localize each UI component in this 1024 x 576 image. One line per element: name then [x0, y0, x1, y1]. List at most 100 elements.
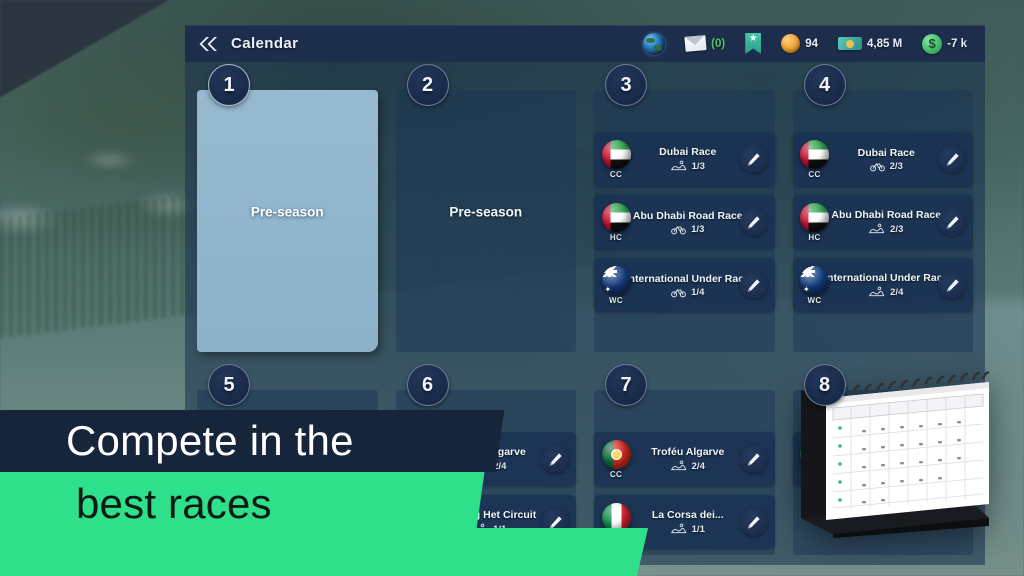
race-name: International Under Race: [625, 272, 750, 285]
race-category-code: CC: [609, 469, 623, 479]
dollar-icon: $: [922, 33, 943, 54]
edit-race-button[interactable]: [938, 271, 966, 299]
race-name: La Corsa dei...: [651, 509, 724, 521]
race-name: Dubai Race: [659, 146, 717, 158]
race-info: Dubai Race 1/3: [636, 146, 740, 172]
mountain-icon: [869, 223, 885, 234]
coin-icon: [781, 34, 801, 53]
race-row[interactable]: HC Abu Dhabi Road Race 2/3: [792, 195, 973, 249]
race-meta: 2/4: [670, 460, 705, 472]
flag-uae-icon: [800, 202, 829, 232]
flag-uae-icon: [800, 139, 829, 169]
edit-race-button[interactable]: [739, 508, 768, 536]
flag-sheen: [601, 139, 631, 169]
promo-line2-band: best races: [0, 472, 485, 536]
objectives-button[interactable]: [737, 33, 769, 54]
flag-aus-icon: [601, 265, 631, 295]
race-meta: 1/1: [670, 523, 705, 535]
race-info: Troféu Algarve 2/4: [636, 446, 740, 472]
mountain-icon: [670, 460, 686, 471]
bookmark-icon: [745, 33, 762, 54]
week-number-badge: 3: [605, 64, 647, 106]
edit-race-button[interactable]: [938, 208, 966, 236]
week-cell-4[interactable]: 4 CC Dubai Race 2/3 HC Abu Dhabi Road Race 2/3…: [784, 62, 983, 362]
race-flag-group: WC: [795, 265, 835, 305]
week-number-badge: 6: [406, 364, 449, 406]
week-label: Pre-season: [449, 204, 523, 220]
balance-counter[interactable]: $ -7 k: [914, 33, 975, 54]
header-bar: Calendar (0) 94 4,85 M $ -7 k: [185, 25, 985, 62]
pencil-icon: [747, 215, 760, 229]
race-name: Troféu Algarve: [651, 446, 725, 458]
race-flag-group: CC: [596, 139, 636, 179]
race-stage-count: 1/1: [691, 523, 705, 535]
week-number-badge: 1: [208, 64, 250, 106]
race-stage-count: 2/3: [889, 160, 903, 172]
pencil-icon: [946, 278, 959, 292]
promo-banner: best races Compete in the: [0, 410, 649, 576]
race-info: International Under Race 1/4: [626, 273, 750, 298]
week-number-badge: 7: [605, 364, 647, 406]
race-row[interactable]: HC Abu Dhabi Road Race 1/3: [594, 195, 775, 249]
race-category-code: HC: [609, 232, 623, 242]
race-row[interactable]: CC Dubai Race 1/3: [594, 132, 775, 186]
week-number-badge: 8: [803, 364, 846, 406]
flag-sheen: [800, 265, 829, 295]
world-button[interactable]: [635, 32, 673, 55]
pencil-icon: [747, 452, 760, 466]
race-category-code: WC: [807, 295, 822, 305]
race-info: La Corsa dei... 1/1: [636, 509, 740, 535]
edit-race-button[interactable]: [739, 445, 768, 473]
page-title: Calendar: [231, 35, 299, 52]
bike-icon: [671, 288, 686, 297]
race-meta: 1/3: [671, 224, 704, 235]
week-number-badge: 4: [803, 64, 846, 106]
race-list: CCDubai Race2/3 HCAbu Dhabi Road Race2/3 W…: [792, 132, 973, 352]
edit-race-button[interactable]: [938, 145, 966, 173]
flag-aus-icon: [800, 265, 829, 295]
mountain-icon: [670, 523, 686, 534]
budget-value: 4,85 M: [867, 37, 903, 50]
race-flag-group: CC: [795, 139, 835, 179]
flag-sheen: [800, 202, 829, 232]
bike-icon: [869, 162, 885, 171]
week-cell-3[interactable]: 3 CC Dubai Race 1/3 HC Abu Dhabi Road Race 1/3…: [585, 62, 784, 362]
week-label: Pre-season: [250, 204, 324, 220]
edit-race-button[interactable]: [739, 208, 768, 236]
race-stage-count: 2/4: [890, 286, 904, 298]
week-number-badge: 2: [406, 64, 449, 106]
race-stage-count: 2/3: [890, 223, 904, 235]
race-category-code: HC: [808, 232, 821, 242]
race-flag-group: WC: [596, 265, 636, 305]
flag-sheen: [601, 265, 631, 295]
pencil-icon: [747, 152, 760, 166]
edit-race-button[interactable]: [739, 271, 768, 299]
balance-value: -7 k: [947, 37, 967, 50]
race-flag-group: HC: [795, 202, 835, 242]
race-stage-count: 1/3: [691, 160, 705, 172]
back-button[interactable]: [185, 25, 231, 62]
edit-race-button[interactable]: [739, 145, 768, 173]
race-row[interactable]: CC Dubai Race 2/3: [792, 132, 973, 186]
week-card[interactable]: [395, 90, 576, 352]
globe-icon: [643, 32, 666, 55]
race-row[interactable]: CC Troféu Algarve 2/4: [594, 432, 775, 486]
pencil-icon: [747, 278, 760, 292]
race-category-code: CC: [609, 169, 623, 179]
mail-button[interactable]: (0): [677, 35, 733, 52]
points-counter[interactable]: 94: [773, 34, 826, 53]
race-meta: 2/3: [869, 223, 903, 235]
budget-counter[interactable]: 4,85 M: [830, 37, 910, 50]
promo-line2: best races: [76, 480, 272, 527]
week-cell-2[interactable]: 2 Pre-season: [387, 62, 586, 362]
envelope-icon: [684, 35, 707, 52]
week-cell-1[interactable]: 1 Pre-season: [188, 62, 387, 362]
mountain-icon: [869, 286, 885, 297]
promo-line1: Compete in the: [66, 417, 354, 464]
race-row[interactable]: WC International Under Race 2/4: [792, 258, 973, 312]
flag-sheen: [601, 439, 631, 469]
week-card[interactable]: [197, 90, 378, 352]
race-meta: 2/3: [869, 160, 903, 172]
race-flag-group: CC: [596, 439, 636, 479]
race-row[interactable]: WCInternational Under Race1/4: [594, 258, 775, 312]
